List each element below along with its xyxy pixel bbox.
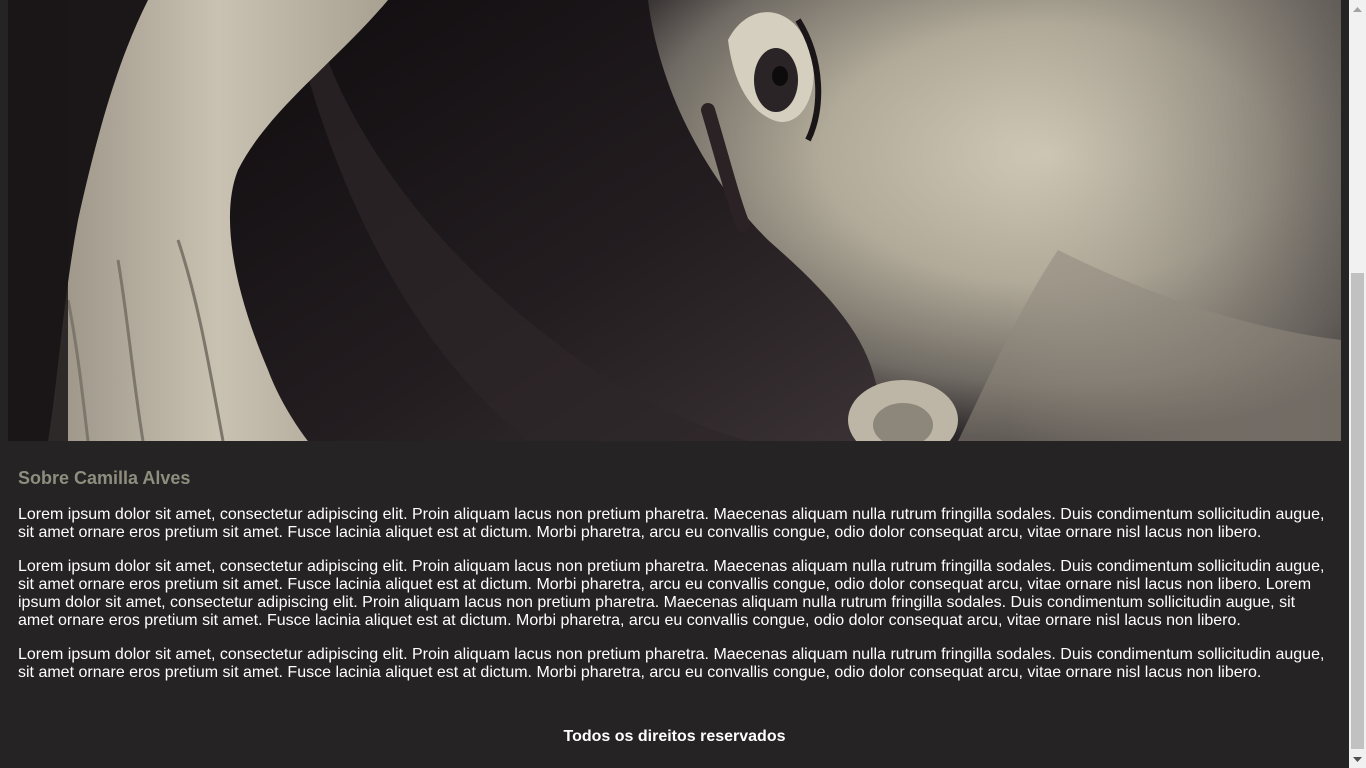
portrait-photo (8, 0, 1341, 441)
about-paragraph-1: Lorem ipsum dolor sit amet, consectetur … (18, 506, 1325, 541)
hero-image (8, 0, 1341, 441)
scroll-down-arrow-icon[interactable] (1349, 751, 1366, 768)
vertical-scrollbar[interactable] (1349, 0, 1366, 768)
about-section: Sobre Camilla Alves Lorem ipsum dolor si… (18, 466, 1334, 698)
page: Sobre Camilla Alves Lorem ipsum dolor si… (0, 0, 1349, 768)
scrollbar-thumb[interactable] (1351, 273, 1364, 749)
about-paragraph-2: Lorem ipsum dolor sit amet, consectetur … (18, 558, 1325, 629)
footer-copyright: Todos os direitos reservados (563, 728, 786, 745)
scroll-up-arrow-icon[interactable] (1349, 0, 1366, 17)
about-heading: Sobre Camilla Alves (18, 468, 191, 488)
about-paragraph-3: Lorem ipsum dolor sit amet, consectetur … (18, 646, 1325, 681)
